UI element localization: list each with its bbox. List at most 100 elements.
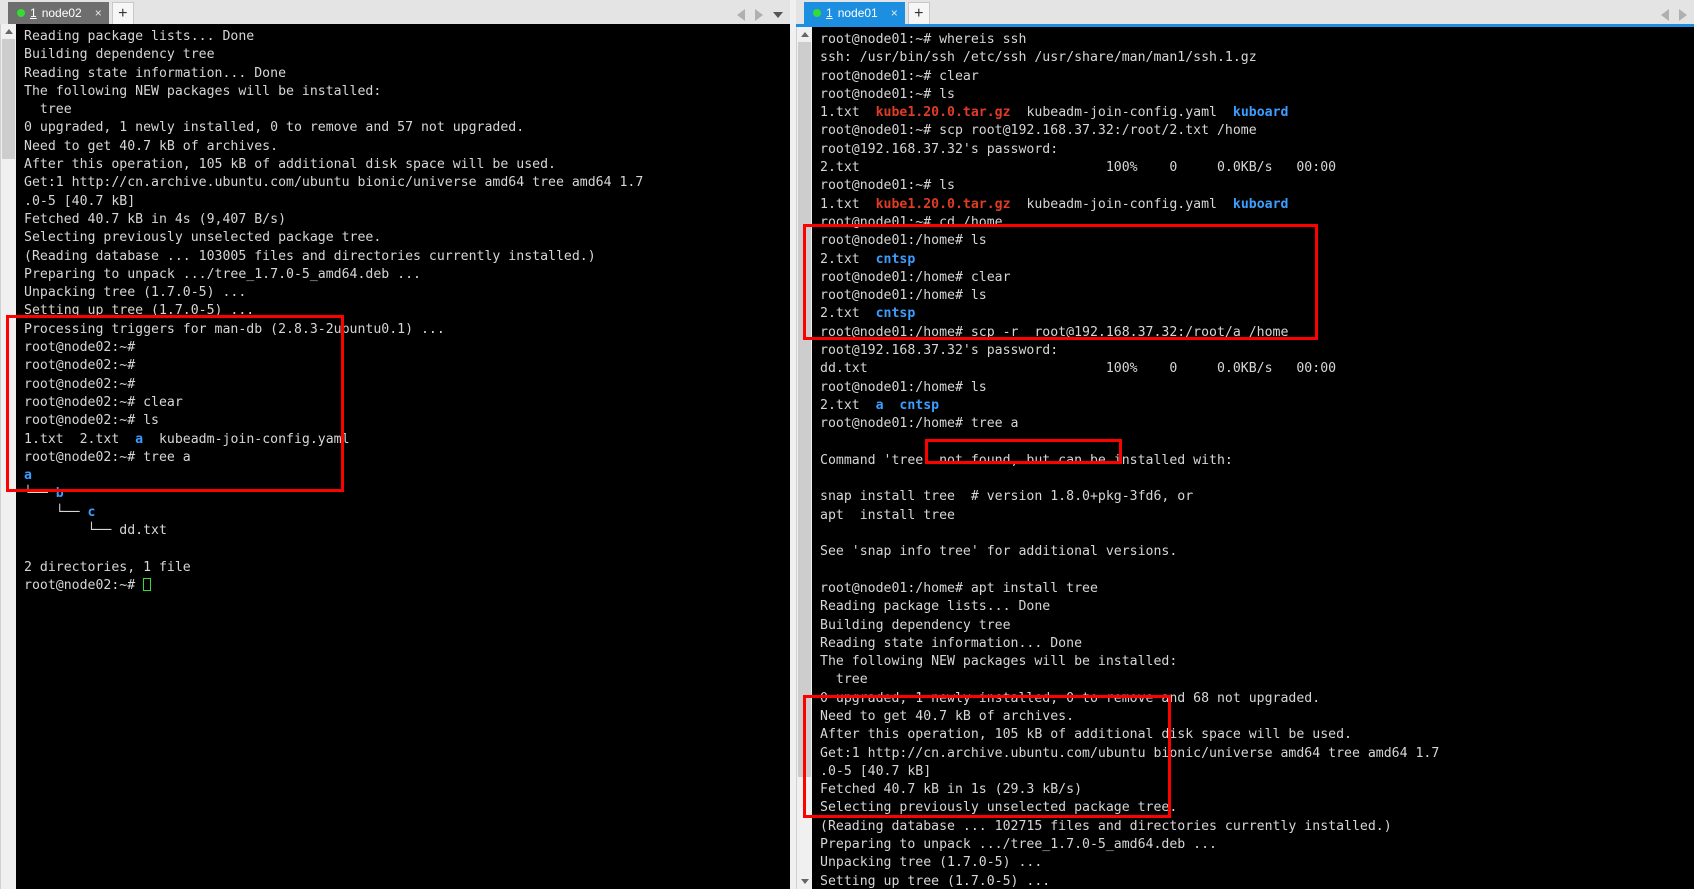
terminal-line: root@node01:/home# apt install tree [820, 580, 1694, 598]
terminal-text: a [875, 397, 884, 413]
terminal-line: Preparing to unpack .../tree_1.7.0-5_amd… [24, 266, 790, 284]
terminal-text: root@node01:~# scp root@192.168.37.32:/r… [820, 123, 1257, 139]
terminal-line: Setting up tree (1.7.0-5) ... [24, 302, 790, 320]
terminal-line: (Reading database ... 102715 files and d… [820, 818, 1694, 836]
terminal-text: b [55, 486, 64, 502]
tabstrip-left: 1 node02 × + [0, 0, 790, 24]
terminal-text: root@node01:/home# ls [820, 379, 987, 395]
terminal-line: 1.txt kube1.20.0.tar.gz kubeadm-join-con… [820, 104, 1694, 122]
terminal-text: tree [24, 102, 72, 118]
tab-close-icon[interactable]: × [87, 7, 102, 19]
chevron-right-icon[interactable] [1679, 9, 1687, 21]
terminal-line: Building dependency tree [24, 46, 790, 64]
terminal-text: root@node02:~# [24, 577, 144, 593]
terminal-line: └── c [24, 504, 790, 522]
terminal-text: Preparing to unpack .../tree_1.7.0-5_amd… [820, 837, 1217, 853]
tab-number: 1 [826, 6, 833, 20]
scrollbar-left-thumb[interactable] [2, 39, 15, 159]
terminal-text: root@node01:/home# ls [820, 288, 987, 304]
terminal-line: root@node02:~# [24, 376, 790, 394]
terminal-line: root@node02:~# clear [24, 394, 790, 412]
terminal-line: Unpacking tree (1.7.0-5) ... [820, 854, 1694, 872]
terminal-line: root@node01:/home# ls [820, 232, 1694, 250]
terminal-line: root@node01:~# whereis ssh [820, 31, 1694, 49]
terminal-text: root@node02:~# ls [24, 413, 159, 429]
terminal-line: root@node01:/home# tree a [820, 415, 1694, 433]
tab-node01[interactable]: 1 node01 × [804, 2, 905, 24]
terminal-text: kube1.20.0.tar.gz [875, 196, 1011, 212]
terminal-line: root@192.168.37.32's password: [820, 342, 1694, 360]
terminal-text: └── [24, 504, 88, 520]
terminal-text: root@node01:/home# tree a [820, 416, 1019, 432]
terminal-text: ssh: /usr/bin/ssh /etc/ssh /usr/share/ma… [820, 50, 1257, 66]
scrollbar-right-down-button[interactable] [797, 874, 812, 889]
terminal-text: kubeadm-join-config.yaml [1010, 105, 1233, 121]
terminal-line: 2.txt 100% 0 0.0KB/s 00:00 [820, 159, 1694, 177]
terminal-text: root@node02:~# [24, 340, 136, 356]
terminal-line: 2 directories, 1 file [24, 559, 790, 577]
scrollbar-left-up-button[interactable] [1, 24, 16, 39]
terminal-line: Reading package lists... Done [24, 28, 790, 46]
terminal-text: 2.txt [820, 306, 876, 322]
terminal-line: Preparing to unpack .../tree_1.7.0-5_amd… [820, 836, 1694, 854]
terminal-line: root@node01:/home# clear [820, 269, 1694, 287]
scrollbar-right-up-button[interactable] [797, 27, 812, 42]
terminal-text: kubeadm-join-config.yaml [143, 431, 350, 447]
terminal-line: Reading state information... Done [820, 635, 1694, 653]
terminal-text: root@node02:~# tree a [24, 449, 191, 465]
terminal-output-node01[interactable]: root@node01:~# whereis ssh ssh: /usr/bin/… [812, 27, 1694, 889]
caret-up-icon [800, 32, 809, 37]
new-tab-button[interactable]: + [907, 2, 930, 24]
scrollbar-right-thumb[interactable] [798, 42, 811, 777]
terminal-line: .0-5 [40.7 kB] [820, 763, 1694, 781]
terminal-text: Processing triggers for man-db (2.8.3-2u… [24, 321, 445, 337]
terminal-text: Reading state information... Done [820, 635, 1083, 651]
terminal-line: snap install tree # version 1.8.0+pkg-3f… [820, 488, 1694, 506]
terminal-text: Get:1 http://cn.archive.ubuntu.com/ubunt… [820, 745, 1440, 761]
terminal-text: dd.txt 100% 0 0.0KB/s 00:00 [820, 361, 1337, 377]
scrollbar-left-track[interactable] [1, 39, 16, 874]
terminal-line: root@node01:~# ls [820, 86, 1694, 104]
terminal-text: 2.txt [820, 397, 876, 413]
terminal-text: Setting up tree (1.7.0-5) ... [24, 303, 255, 319]
terminal-text: Need to get 40.7 kB of archives. [820, 708, 1075, 724]
terminal-line: root@node01:/home# ls [820, 379, 1694, 397]
terminal-text: Reading package lists... Done [24, 29, 255, 44]
terminal-line: Building dependency tree [820, 617, 1694, 635]
caret-down-icon [800, 879, 809, 884]
terminal-window-node01: 1 node01 × + root@node01:~# whereis ssh s… [796, 0, 1694, 889]
terminal-text: Need to get 40.7 kB of archives. [24, 138, 279, 154]
tab-number: 1 [30, 6, 37, 20]
chevron-left-icon[interactable] [737, 9, 745, 21]
terminal-text: root@node01:/home# scp -r root@192.168.3… [820, 324, 1289, 340]
terminal-text: root@node02:~# [24, 376, 136, 392]
terminal-line: The following NEW packages will be insta… [820, 653, 1694, 671]
terminal-text: root@node01:/home# clear [820, 269, 1011, 285]
terminal-line: 2.txt cntsp [820, 251, 1694, 269]
terminal-window-node02: 1 node02 × + Reading package lists... Do… [0, 0, 790, 889]
terminal-text: a [135, 431, 144, 447]
terminal-line: root@node02:~# [24, 577, 790, 595]
terminal-line: dd.txt 100% 0 0.0KB/s 00:00 [820, 360, 1694, 378]
terminal-line: Get:1 http://cn.archive.ubuntu.com/ubunt… [24, 174, 790, 192]
tab-close-icon[interactable]: × [883, 7, 898, 19]
chevron-left-icon[interactable] [1661, 9, 1669, 21]
terminal-text: 2 directories, 1 file [24, 559, 191, 575]
scrollbar-right[interactable] [796, 27, 812, 889]
terminal-line: root@node02:~# tree a [24, 449, 790, 467]
terminal-line: Need to get 40.7 kB of archives. [24, 138, 790, 156]
terminal-line: tree [24, 101, 790, 119]
chevron-down-icon[interactable] [773, 12, 783, 18]
chevron-right-icon[interactable] [755, 9, 763, 21]
terminal-output-node02[interactable]: Reading package lists... Done Building de… [16, 24, 790, 889]
tab-node02[interactable]: 1 node02 × [8, 2, 109, 24]
terminal-text: root@node01:~# clear [820, 68, 979, 84]
terminal-line: Command 'tree' not found, but can be ins… [820, 452, 1694, 470]
terminal-text: See 'snap info tree' for additional vers… [820, 544, 1178, 560]
new-tab-button[interactable]: + [111, 2, 134, 24]
terminal-line: root@node02:~# [24, 339, 790, 357]
terminal-text: root@node01:~# cd /home [820, 214, 1003, 230]
scrollbar-left[interactable] [0, 24, 16, 889]
